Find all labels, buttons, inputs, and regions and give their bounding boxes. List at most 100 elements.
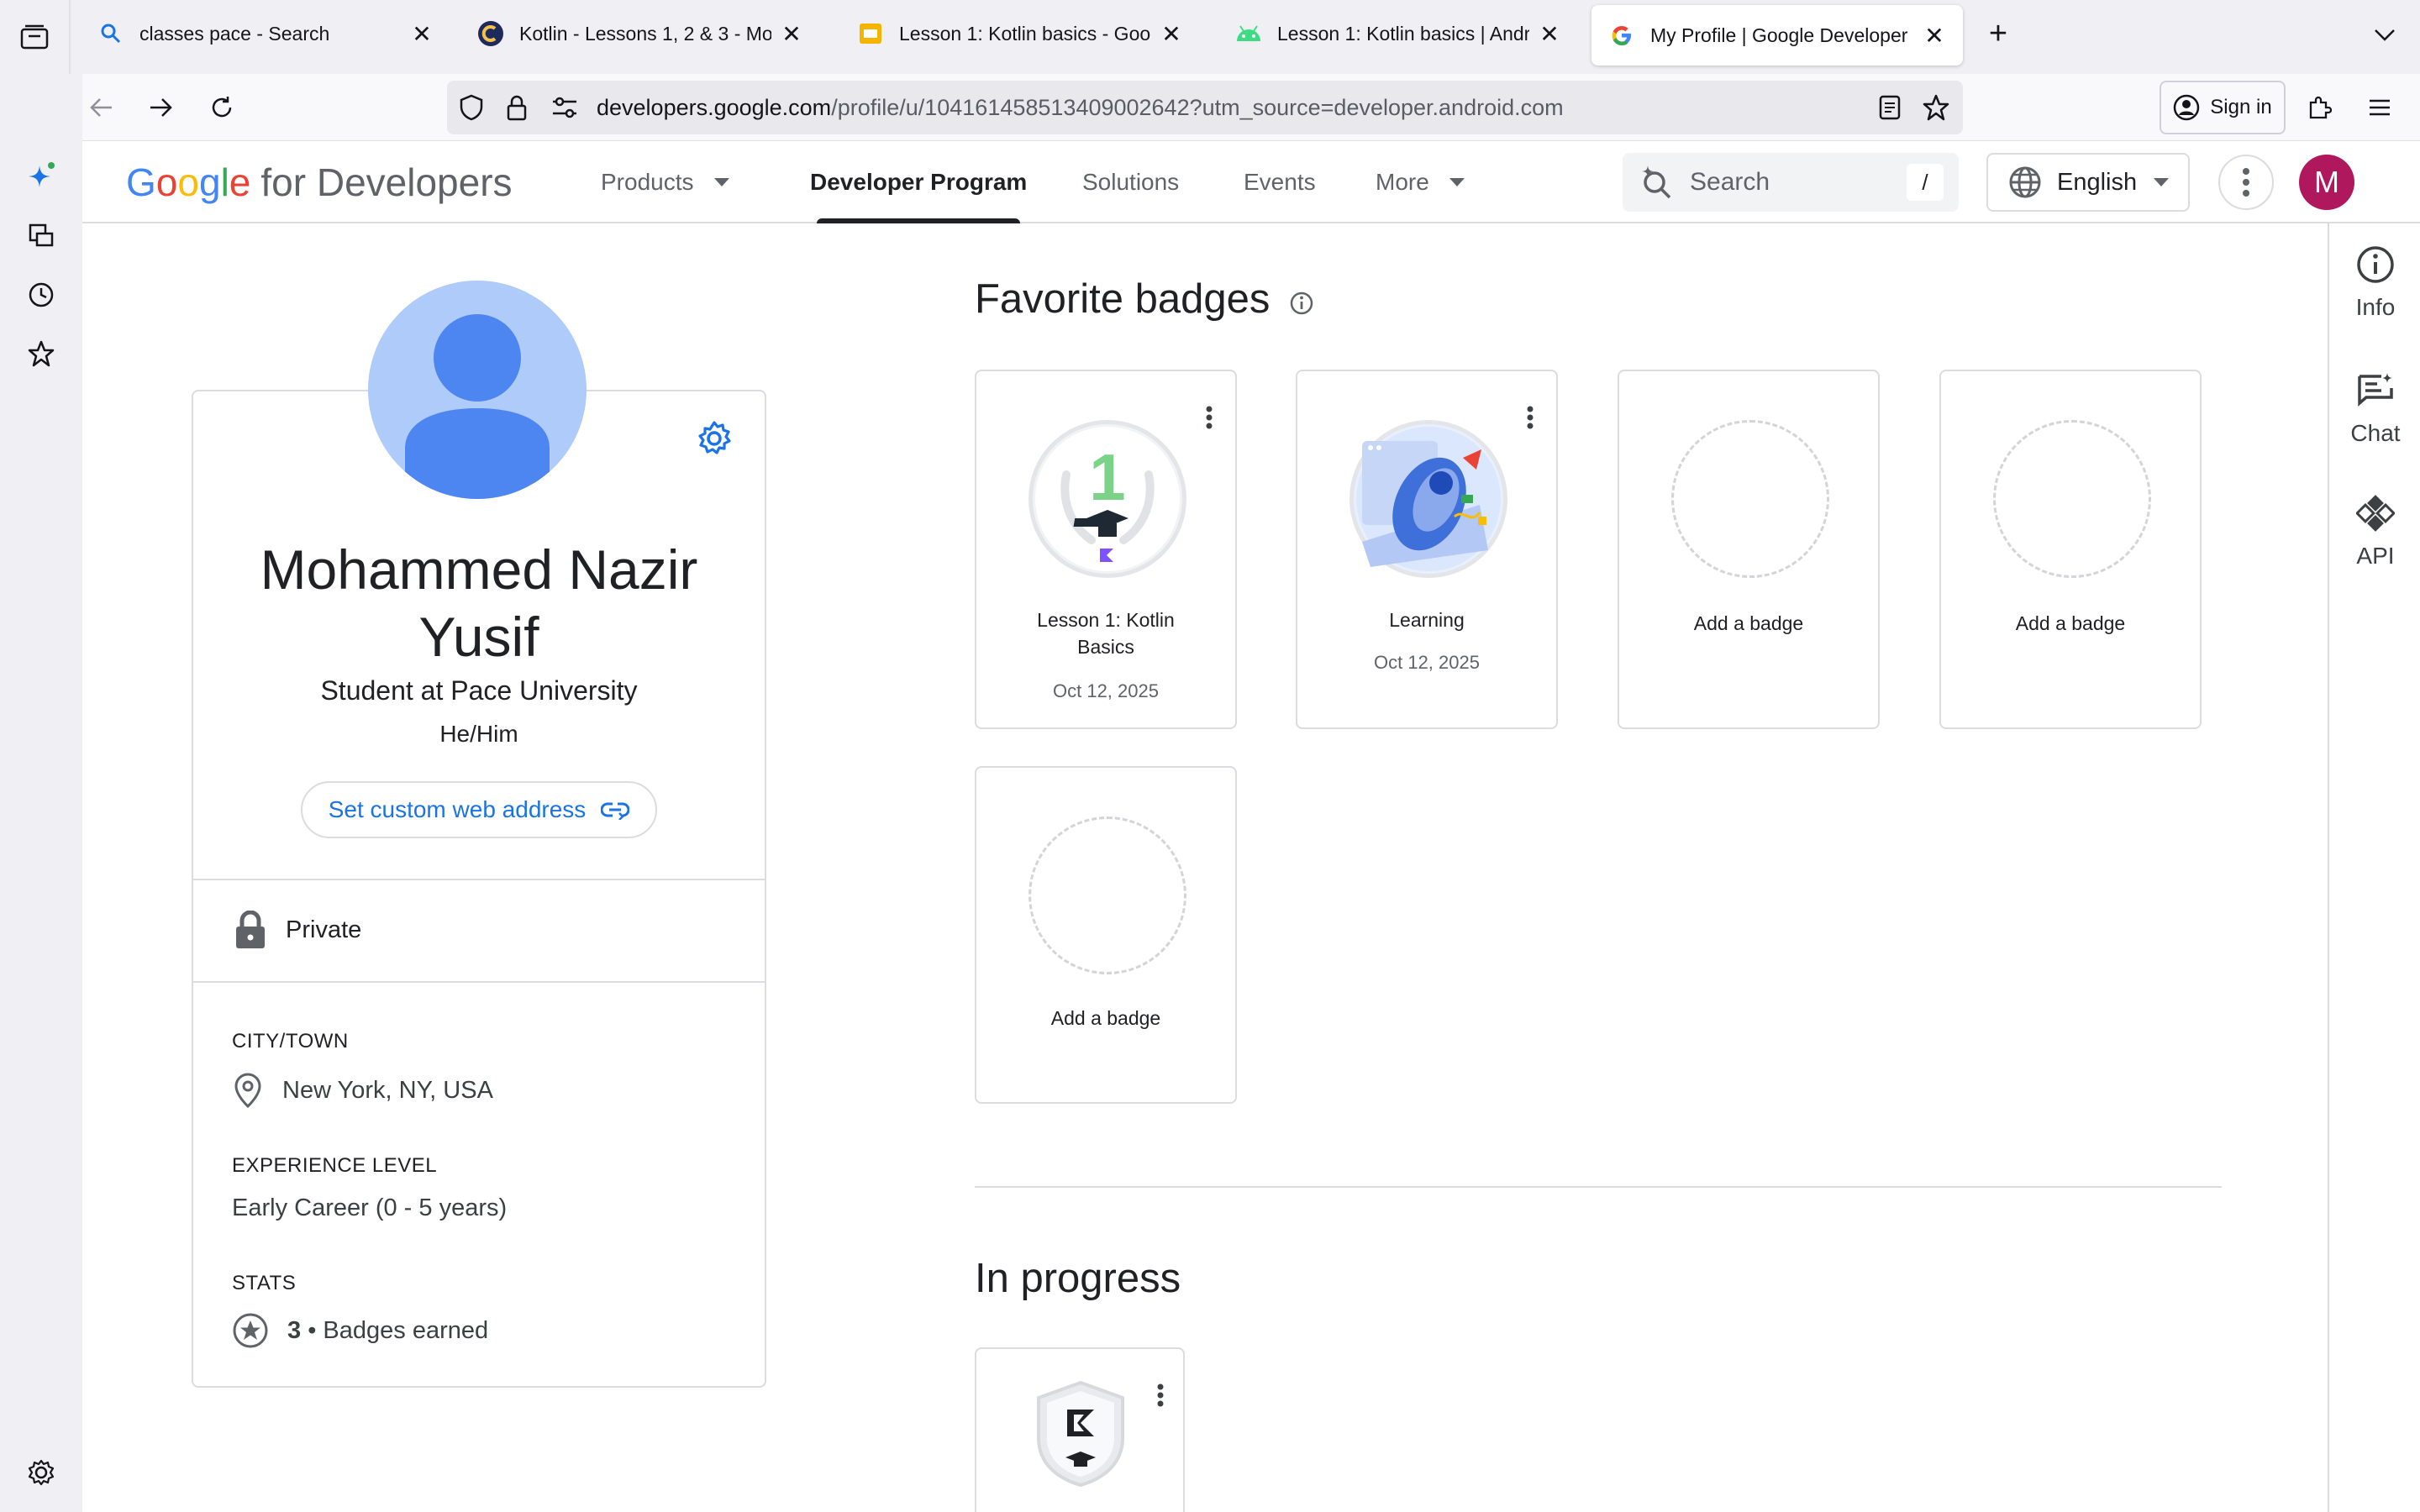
history-sidebar-button[interactable]: [17, 270, 66, 319]
tab-search[interactable]: classes pace - Search ✕: [81, 0, 450, 67]
google-icon: [1608, 22, 1635, 49]
nav-developer-program[interactable]: Developer Program: [810, 141, 1027, 223]
synced-tabs-icon: [29, 223, 54, 247]
app-menu-button[interactable]: [2358, 86, 2402, 129]
in-progress-badge-card[interactable]: [975, 1347, 1185, 1512]
laurel-badge-icon: 1: [1035, 427, 1180, 571]
tab-kotlin-lessons[interactable]: Kotlin - Lessons 1, 2 & 3 - Mobil ✕: [460, 0, 820, 67]
c-logo-icon: [477, 20, 504, 47]
close-icon[interactable]: ✕: [1923, 23, 1946, 49]
person-icon: [405, 314, 550, 499]
tab-title: Lesson 1: Kotlin basics - Google: [899, 22, 1151, 45]
google-for-developers-logo[interactable]: Google for Developers: [126, 160, 513, 205]
nav-products[interactable]: Products: [601, 141, 729, 223]
navigation-toolbar: developers.google.com/profile/u/10416145…: [0, 74, 2420, 141]
right-rail: Info Chat API: [2328, 223, 2420, 1512]
new-tab-button[interactable]: +: [1980, 15, 2017, 52]
nav-more[interactable]: More: [1376, 141, 1465, 223]
badge-card[interactable]: Learning Oct 12, 2025: [1296, 370, 1558, 729]
address-bar[interactable]: developers.google.com/profile/u/10416145…: [447, 81, 1963, 134]
search-shortcut-key: /: [1907, 164, 1944, 201]
add-badge-slot[interactable]: Add a badge: [1939, 370, 2202, 729]
close-icon[interactable]: ✕: [780, 21, 803, 47]
tab-my-profile[interactable]: My Profile | Google Developer P ✕: [1591, 5, 1963, 66]
tab-title: Kotlin - Lessons 1, 2 & 3 - Mobil: [519, 22, 771, 45]
profile-name: Mohammed Nazir Yusif: [260, 538, 698, 668]
badge-card[interactable]: 1 Lesson 1: Kotlin Basics Oct 12, 2025: [975, 370, 1237, 729]
vertical-dots-icon: [1206, 406, 1213, 429]
lock-icon: [236, 911, 265, 948]
profile-visibility: Private: [234, 911, 361, 949]
account-icon: [2174, 94, 2200, 121]
tab-title: classes pace - Search: [139, 22, 330, 45]
link-icon: [601, 802, 630, 820]
rail-info-button[interactable]: Info: [2329, 245, 2420, 321]
tab-slides[interactable]: Lesson 1: Kotlin basics - Google ✕: [840, 0, 1200, 67]
forward-button[interactable]: [139, 86, 183, 129]
more-options-button[interactable]: [2218, 155, 2274, 210]
ai-chatbot-button[interactable]: [17, 153, 66, 202]
experience-value: Early Career (0 - 5 years): [232, 1194, 507, 1222]
gear-icon: [698, 421, 731, 454]
nav-solutions[interactable]: Solutions: [1082, 141, 1179, 223]
globe-icon: [2009, 166, 2041, 198]
reload-button[interactable]: [200, 86, 244, 129]
city-label: CITY/TOWN: [232, 1030, 349, 1053]
favorites-sidebar-button[interactable]: [17, 329, 66, 378]
tab-title: My Profile | Google Developer P: [1650, 24, 1914, 46]
stats-label: STATS: [232, 1272, 297, 1294]
badge-menu-button[interactable]: [1205, 405, 1213, 434]
dropdown-caret-icon: [713, 178, 729, 186]
reload-icon: [212, 97, 232, 118]
rail-chat-button[interactable]: Chat: [2329, 371, 2420, 447]
url-path: /profile/u/104161458513409002642?utm_sou…: [831, 94, 1564, 120]
tab-list-button[interactable]: [2368, 18, 2402, 52]
extensions-button[interactable]: [2297, 86, 2341, 129]
profile-title: Student at Pace University: [320, 675, 638, 706]
bookmark-star-icon[interactable]: [1923, 94, 1949, 121]
add-badge-slot[interactable]: Add a badge: [1618, 370, 1880, 729]
svg-text:1: 1: [1089, 440, 1125, 514]
rail-api-label: API: [2356, 543, 2395, 569]
set-custom-web-address-button[interactable]: Set custom web address: [301, 781, 657, 838]
url-host: developers.google.com: [597, 94, 832, 120]
tabs-overview-icon: [20, 24, 49, 50]
tab-overview-button[interactable]: [0, 0, 71, 74]
close-icon[interactable]: ✕: [410, 21, 434, 47]
badge-name: Learning: [1389, 609, 1465, 631]
close-icon[interactable]: ✕: [1160, 21, 1183, 47]
visibility-label: Private: [286, 916, 362, 943]
profile-avatar[interactable]: [368, 281, 587, 499]
sign-in-button[interactable]: Sign in: [2160, 81, 2286, 134]
rail-api-button[interactable]: API: [2329, 494, 2420, 570]
profile-pronouns: He/Him: [439, 721, 518, 747]
search-sparkle-icon: [1642, 165, 1671, 199]
vertical-dots-icon: [1527, 406, 1534, 429]
web-address-label: Set custom web address: [328, 796, 587, 822]
language-selector[interactable]: English: [1986, 153, 2190, 212]
city-value: New York, NY, USA: [232, 1072, 493, 1109]
account-avatar[interactable]: M: [2299, 155, 2354, 210]
add-badge-slot[interactable]: Add a badge: [975, 766, 1237, 1104]
site-header: Google for Developers Products Developer …: [82, 141, 2420, 223]
profile-settings-button[interactable]: [696, 420, 733, 461]
bookmarks-sidebar-button[interactable]: [17, 212, 66, 260]
badges-count: 3: [287, 1316, 302, 1344]
badge-name: Lesson 1: Kotlin Basics: [1037, 609, 1175, 658]
empty-badge-placeholder: [1993, 420, 2151, 578]
close-icon[interactable]: ✕: [1538, 21, 1561, 47]
clock-icon: [29, 282, 54, 307]
lock-icon: [507, 95, 527, 121]
url-text: developers.google.com/profile/u/10416145…: [597, 95, 1564, 121]
badge-menu-button[interactable]: [1526, 405, 1534, 434]
back-button[interactable]: [79, 86, 123, 129]
badge-menu-button[interactable]: [1156, 1383, 1165, 1412]
in-progress-title: In progress: [975, 1256, 1181, 1301]
site-search-input[interactable]: Search /: [1623, 153, 1959, 212]
reader-view-icon[interactable]: [1879, 95, 1901, 120]
sidebar-settings-button[interactable]: [17, 1448, 66, 1497]
favorite-badges-info-button[interactable]: [1289, 291, 1314, 320]
nav-events[interactable]: Events: [1244, 141, 1316, 223]
tab-android[interactable]: Lesson 1: Kotlin basics | Andro ✕: [1218, 0, 1578, 67]
stats-value: 3 • Badges earned: [232, 1312, 488, 1349]
